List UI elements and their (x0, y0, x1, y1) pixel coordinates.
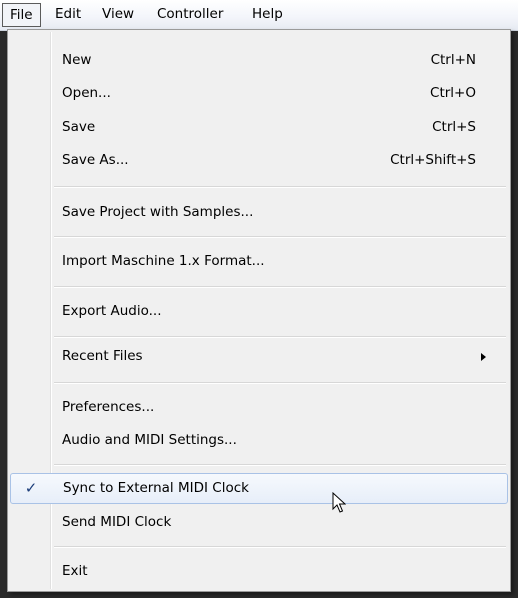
menu-separator (54, 336, 506, 338)
menu-item-preferences[interactable]: Preferences... (10, 392, 508, 423)
menu-bar: File Edit View Controller Help (0, 0, 518, 31)
menu-separator (54, 186, 506, 188)
menu-separator (54, 286, 506, 288)
submenu-arrow-icon (481, 353, 486, 361)
menu-separator (54, 236, 506, 238)
menu-item-label: Preferences... (62, 399, 155, 415)
menu-item-label: New (62, 52, 92, 68)
menu-item-shortcut: Ctrl+S (432, 119, 476, 135)
menu-item-label: Audio and MIDI Settings... (62, 432, 237, 448)
menu-item-label: Exit (62, 563, 88, 579)
menu-item-send-midi-clock[interactable]: Send MIDI Clock (10, 507, 508, 538)
menu-item-label: Sync to External MIDI Clock (63, 480, 249, 496)
menu-file[interactable]: File (2, 3, 41, 27)
menu-item-label: Send MIDI Clock (62, 514, 172, 530)
menu-item-shortcut: Ctrl+N (430, 52, 476, 68)
menu-separator (54, 382, 506, 384)
menu-item-import-maschine[interactable]: Import Maschine 1.x Format... (10, 246, 508, 277)
menu-item-save-project-with-samples[interactable]: Save Project with Samples... (10, 197, 508, 228)
menu-item-new[interactable]: New Ctrl+N (10, 45, 508, 76)
menu-item-label: Save (62, 119, 96, 135)
menu-view[interactable]: View (95, 3, 141, 27)
menu-item-save[interactable]: Save Ctrl+S (10, 112, 508, 143)
menu-help[interactable]: Help (245, 3, 290, 27)
menu-item-audio-midi-settings[interactable]: Audio and MIDI Settings... (10, 425, 508, 456)
menu-item-label: Save Project with Samples... (62, 204, 254, 220)
menu-item-label: Export Audio... (62, 303, 162, 319)
menu-item-exit[interactable]: Exit (10, 556, 508, 587)
mouse-pointer-icon (332, 492, 346, 513)
menu-item-label: Import Maschine 1.x Format... (62, 253, 265, 269)
file-menu-dropdown: New Ctrl+N Open... Ctrl+O Save Ctrl+S Sa… (7, 29, 511, 592)
menu-item-shortcut: Ctrl+Shift+S (390, 152, 476, 168)
menu-item-open[interactable]: Open... Ctrl+O (10, 78, 508, 109)
menu-item-label: Recent Files (62, 348, 143, 364)
menu-item-export-audio[interactable]: Export Audio... (10, 296, 508, 327)
menu-separator (54, 464, 506, 466)
menu-item-shortcut: Ctrl+O (430, 85, 476, 101)
menu-item-recent-files[interactable]: Recent Files (10, 341, 508, 372)
menu-item-label: Save As... (62, 152, 129, 168)
menu-item-sync-external-midi-clock[interactable]: ✓ Sync to External MIDI Clock (10, 473, 508, 504)
menu-item-save-as[interactable]: Save As... Ctrl+Shift+S (10, 145, 508, 176)
checkmark-icon: ✓ (24, 479, 38, 497)
menu-item-label: Open... (62, 85, 111, 101)
menu-controller[interactable]: Controller (150, 3, 230, 27)
menu-separator (54, 546, 506, 548)
menu-edit[interactable]: Edit (48, 3, 88, 27)
